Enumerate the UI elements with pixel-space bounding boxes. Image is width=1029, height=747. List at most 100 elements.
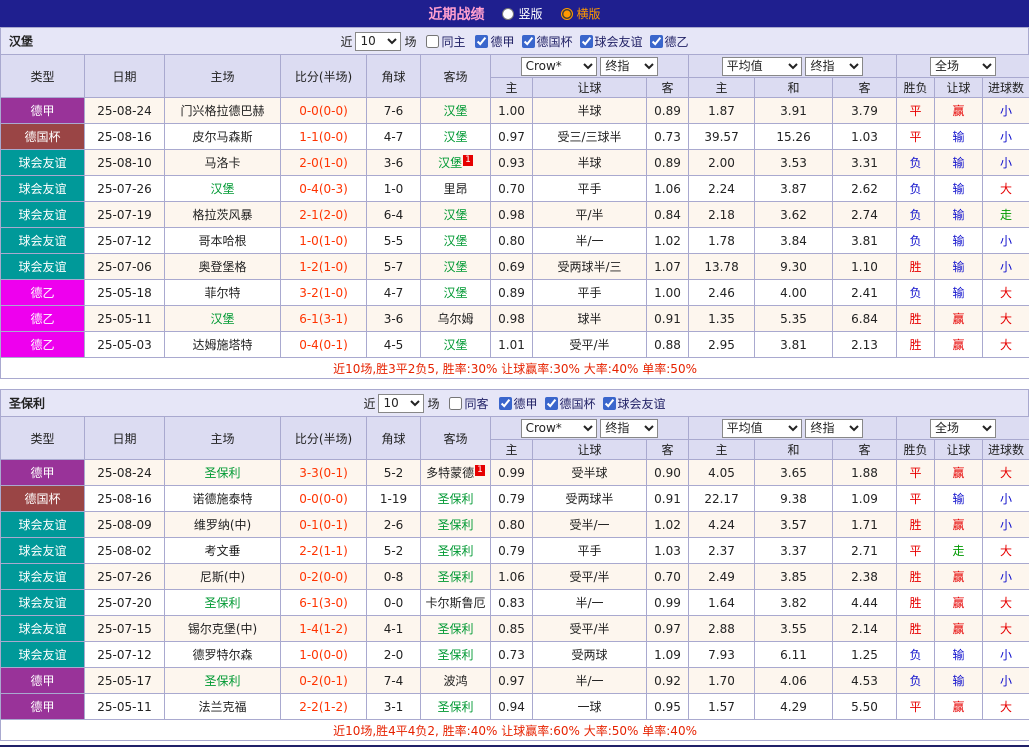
away-team[interactable]: 卡尔斯鲁厄 <box>421 590 491 616</box>
col-header-handicap-result: 让球 <box>935 440 983 460</box>
avg-final-select[interactable]: 终指 <box>805 419 863 438</box>
match-score[interactable]: 2-2(1-2) <box>281 694 367 720</box>
league-checkbox[interactable] <box>475 35 488 48</box>
away-team[interactable]: 里昂 <box>421 176 491 202</box>
match-score[interactable]: 2-0(1-0) <box>281 150 367 176</box>
same-venue-filter[interactable]: 同客 <box>442 395 488 412</box>
home-team[interactable]: 门兴格拉德巴赫 <box>165 98 281 124</box>
match-score[interactable]: 1-2(1-0) <box>281 254 367 280</box>
league-checkbox[interactable] <box>499 397 512 410</box>
league-checkbox[interactable] <box>580 35 593 48</box>
league-filter[interactable]: 德甲 <box>468 33 514 50</box>
same-away-checkbox[interactable] <box>449 397 462 410</box>
match-score[interactable]: 0-2(0-1) <box>281 668 367 694</box>
match-score[interactable]: 0-4(0-3) <box>281 176 367 202</box>
away-team[interactable]: 汉堡 <box>421 280 491 306</box>
home-team[interactable]: 达姆施塔特 <box>165 332 281 358</box>
vertical-radio[interactable] <box>502 8 514 20</box>
away-team[interactable]: 圣保利 <box>421 538 491 564</box>
avg-final-select[interactable]: 终指 <box>805 57 863 76</box>
home-team[interactable]: 汉堡 <box>165 306 281 332</box>
home-team[interactable]: 马洛卡 <box>165 150 281 176</box>
league-filter[interactable]: 球会友谊 <box>596 395 666 412</box>
match-row: 德甲25-05-11法兰克福2-2(1-2)3-1圣保利0.94一球0.951.… <box>1 694 1029 720</box>
fulltime-select[interactable]: 全场 <box>930 57 996 76</box>
away-team[interactable]: 圣保利 <box>421 512 491 538</box>
home-team[interactable]: 圣保利 <box>165 460 281 486</box>
layout-option-horizontal[interactable]: 横版 <box>561 5 601 22</box>
league-filter[interactable]: 德乙 <box>643 33 689 50</box>
away-team[interactable]: 圣保利 <box>421 642 491 668</box>
home-team[interactable]: 法兰克福 <box>165 694 281 720</box>
league-filter[interactable]: 德甲 <box>492 395 538 412</box>
avg-source-select[interactable]: 平均值 <box>722 57 802 76</box>
home-team[interactable]: 皮尔马森斯 <box>165 124 281 150</box>
away-team[interactable]: 汉堡 <box>421 254 491 280</box>
league-filter[interactable]: 德国杯 <box>515 33 573 50</box>
match-date: 25-08-24 <box>85 98 165 124</box>
match-score[interactable]: 0-0(0-0) <box>281 486 367 512</box>
handicap-odds-home: 0.80 <box>491 228 533 254</box>
odds-final-select[interactable]: 终指 <box>600 419 658 438</box>
league-filter[interactable]: 球会友谊 <box>573 33 643 50</box>
goals-result-flag: 大 <box>983 176 1029 202</box>
home-team[interactable]: 圣保利 <box>165 668 281 694</box>
home-team[interactable]: 菲尔特 <box>165 280 281 306</box>
avg-source-select[interactable]: 平均值 <box>722 419 802 438</box>
handicap-odds-away: 1.06 <box>647 176 689 202</box>
league-checkbox[interactable] <box>650 35 663 48</box>
home-team[interactable]: 诺德施泰特 <box>165 486 281 512</box>
match-score[interactable]: 2-1(2-0) <box>281 202 367 228</box>
match-score[interactable]: 0-4(0-1) <box>281 332 367 358</box>
odds-final-select[interactable]: 终指 <box>600 57 658 76</box>
away-team[interactable]: 圣保利 <box>421 486 491 512</box>
away-team[interactable]: 汉堡1 <box>421 150 491 176</box>
league-filter[interactable]: 德国杯 <box>538 395 596 412</box>
away-team[interactable]: 汉堡 <box>421 332 491 358</box>
match-score[interactable]: 0-0(0-0) <box>281 98 367 124</box>
away-team[interactable]: 圣保利 <box>421 616 491 642</box>
match-score[interactable]: 0-1(0-1) <box>281 512 367 538</box>
same-venue-filter[interactable]: 同主 <box>419 33 465 50</box>
away-team[interactable]: 圣保利 <box>421 694 491 720</box>
layout-option-vertical[interactable]: 竖版 <box>502 5 542 22</box>
match-score[interactable]: 1-0(0-0) <box>281 642 367 668</box>
odds-source-select[interactable]: Crow* <box>521 419 597 438</box>
away-team[interactable]: 汉堡 <box>421 98 491 124</box>
home-team[interactable]: 考文垂 <box>165 538 281 564</box>
match-score[interactable]: 1-1(0-0) <box>281 124 367 150</box>
fulltime-select[interactable]: 全场 <box>930 419 996 438</box>
league-checkbox[interactable] <box>545 397 558 410</box>
away-team[interactable]: 乌尔姆 <box>421 306 491 332</box>
away-team[interactable]: 多特蒙德1 <box>421 460 491 486</box>
home-team[interactable]: 维罗纳(中) <box>165 512 281 538</box>
home-team[interactable]: 德罗特尔森 <box>165 642 281 668</box>
home-team[interactable]: 奥登堡格 <box>165 254 281 280</box>
match-score[interactable]: 6-1(3-1) <box>281 306 367 332</box>
away-team[interactable]: 汉堡 <box>421 202 491 228</box>
league-checkbox[interactable] <box>522 35 535 48</box>
match-score[interactable]: 0-2(0-0) <box>281 564 367 590</box>
home-team[interactable]: 圣保利 <box>165 590 281 616</box>
match-score[interactable]: 3-3(0-1) <box>281 460 367 486</box>
home-team[interactable]: 锡尔克堡(中) <box>165 616 281 642</box>
match-score[interactable]: 1-4(1-2) <box>281 616 367 642</box>
match-score[interactable]: 1-0(1-0) <box>281 228 367 254</box>
same-home-checkbox[interactable] <box>426 35 439 48</box>
home-team[interactable]: 汉堡 <box>165 176 281 202</box>
away-team[interactable]: 汉堡 <box>421 228 491 254</box>
match-count-select[interactable]: 10 <box>355 32 401 51</box>
home-team[interactable]: 尼斯(中) <box>165 564 281 590</box>
match-count-select[interactable]: 10 <box>378 394 424 413</box>
match-score[interactable]: 2-2(1-1) <box>281 538 367 564</box>
odds-source-select[interactable]: Crow* <box>521 57 597 76</box>
away-team[interactable]: 圣保利 <box>421 564 491 590</box>
match-score[interactable]: 3-2(1-0) <box>281 280 367 306</box>
away-team[interactable]: 波鸿 <box>421 668 491 694</box>
home-team[interactable]: 格拉茨风暴 <box>165 202 281 228</box>
horizontal-radio[interactable] <box>561 8 573 20</box>
match-score[interactable]: 6-1(3-0) <box>281 590 367 616</box>
league-checkbox[interactable] <box>603 397 616 410</box>
away-team[interactable]: 汉堡 <box>421 124 491 150</box>
home-team[interactable]: 哥本哈根 <box>165 228 281 254</box>
